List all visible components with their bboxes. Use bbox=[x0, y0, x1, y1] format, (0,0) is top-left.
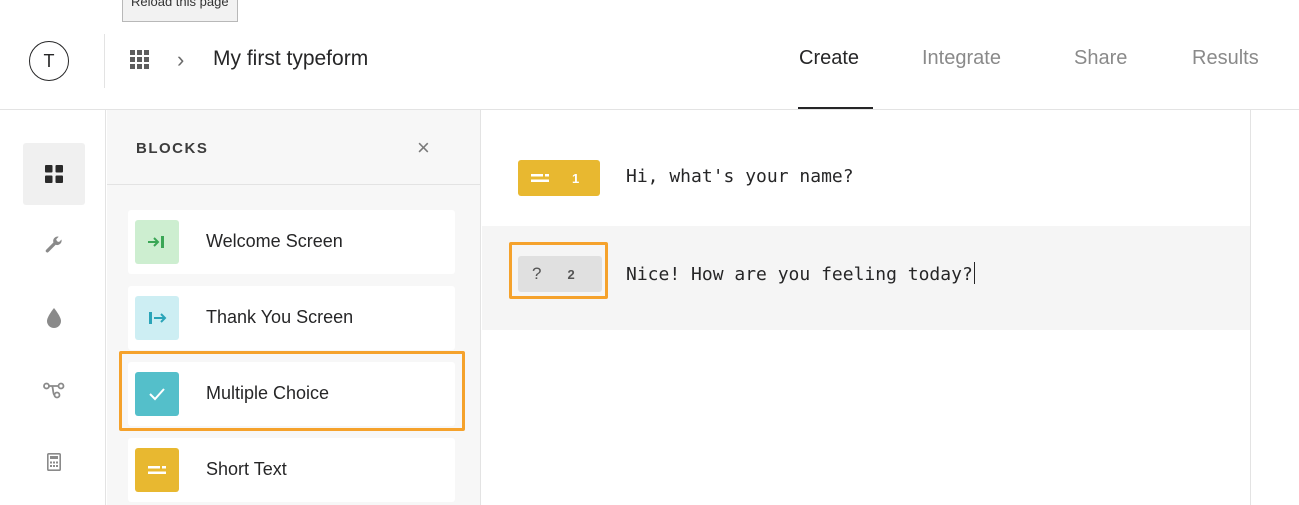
question-number: 2 bbox=[567, 266, 575, 282]
questions-canvas: 1 Hi, what's your name? ? 2 Nice! How ar… bbox=[482, 110, 1250, 505]
rail-item-blocks[interactable] bbox=[23, 143, 85, 205]
drop-icon bbox=[47, 308, 61, 328]
logo-letter: T bbox=[43, 50, 55, 71]
tab-integrate[interactable]: Integrate bbox=[922, 47, 1001, 70]
blocks-panel-header: BLOCKS × bbox=[107, 110, 481, 185]
blocks-grid-icon bbox=[45, 165, 63, 183]
rail-item-design[interactable] bbox=[23, 287, 85, 349]
question-text-editing[interactable]: Nice! How are you feeling today? bbox=[626, 262, 976, 285]
question-row-2[interactable]: ? 2 Nice! How are you feeling today? bbox=[482, 226, 1250, 330]
question-1-badge[interactable]: 1 bbox=[518, 160, 600, 196]
block-multiple-choice[interactable]: Multiple Choice bbox=[128, 362, 455, 426]
breadcrumb-chevron-icon: › bbox=[177, 47, 185, 72]
exit-arrow-icon bbox=[135, 296, 179, 340]
left-tool-rail bbox=[0, 110, 106, 505]
header-divider bbox=[104, 34, 105, 88]
checkmark-icon bbox=[135, 372, 179, 416]
top-header: T › My first typeform Create Integrate S… bbox=[0, 0, 1299, 110]
close-icon[interactable]: × bbox=[417, 135, 430, 161]
block-thank-you-screen[interactable]: Thank You Screen bbox=[128, 286, 455, 350]
question-mark-icon: ? bbox=[532, 264, 542, 283]
rail-item-settings[interactable] bbox=[23, 215, 85, 277]
tab-create[interactable]: Create bbox=[799, 47, 859, 70]
block-short-text[interactable]: Short Text bbox=[128, 438, 455, 502]
logic-flow-icon bbox=[43, 382, 65, 399]
canvas-right-border bbox=[1250, 110, 1251, 505]
welcome-arrow-icon bbox=[135, 220, 179, 264]
text-caret bbox=[973, 262, 976, 284]
question-2-badge[interactable]: ? 2 bbox=[518, 256, 602, 292]
block-label: Multiple Choice bbox=[206, 383, 330, 403]
short-text-icon bbox=[135, 448, 179, 492]
blocks-title: BLOCKS bbox=[136, 140, 209, 157]
calculator-icon bbox=[47, 453, 61, 471]
wrench-icon bbox=[45, 236, 62, 253]
tab-share[interactable]: Share bbox=[1074, 47, 1127, 70]
block-label: Short Text bbox=[206, 459, 287, 479]
form-title[interactable]: My first typeform bbox=[213, 47, 368, 71]
block-welcome-screen[interactable]: Welcome Screen bbox=[128, 210, 455, 274]
question-text: Nice! How are you feeling today? bbox=[626, 264, 973, 285]
question-number: 1 bbox=[572, 170, 580, 186]
blocks-panel: BLOCKS × Welcome Screen Thank You Screen… bbox=[107, 110, 481, 505]
rail-item-logic[interactable] bbox=[23, 359, 85, 421]
workspace-grid-icon[interactable] bbox=[130, 50, 150, 70]
question-row-1[interactable]: 1 Hi, what's your name? bbox=[482, 122, 1250, 226]
block-label: Welcome Screen bbox=[206, 231, 343, 251]
tab-results[interactable]: Results bbox=[1192, 47, 1259, 70]
short-text-icon bbox=[531, 174, 549, 182]
question-text[interactable]: Hi, what's your name? bbox=[626, 166, 854, 187]
block-label: Thank You Screen bbox=[206, 307, 354, 327]
typeform-logo[interactable]: T bbox=[29, 41, 69, 81]
rail-item-calculator[interactable] bbox=[23, 431, 85, 493]
